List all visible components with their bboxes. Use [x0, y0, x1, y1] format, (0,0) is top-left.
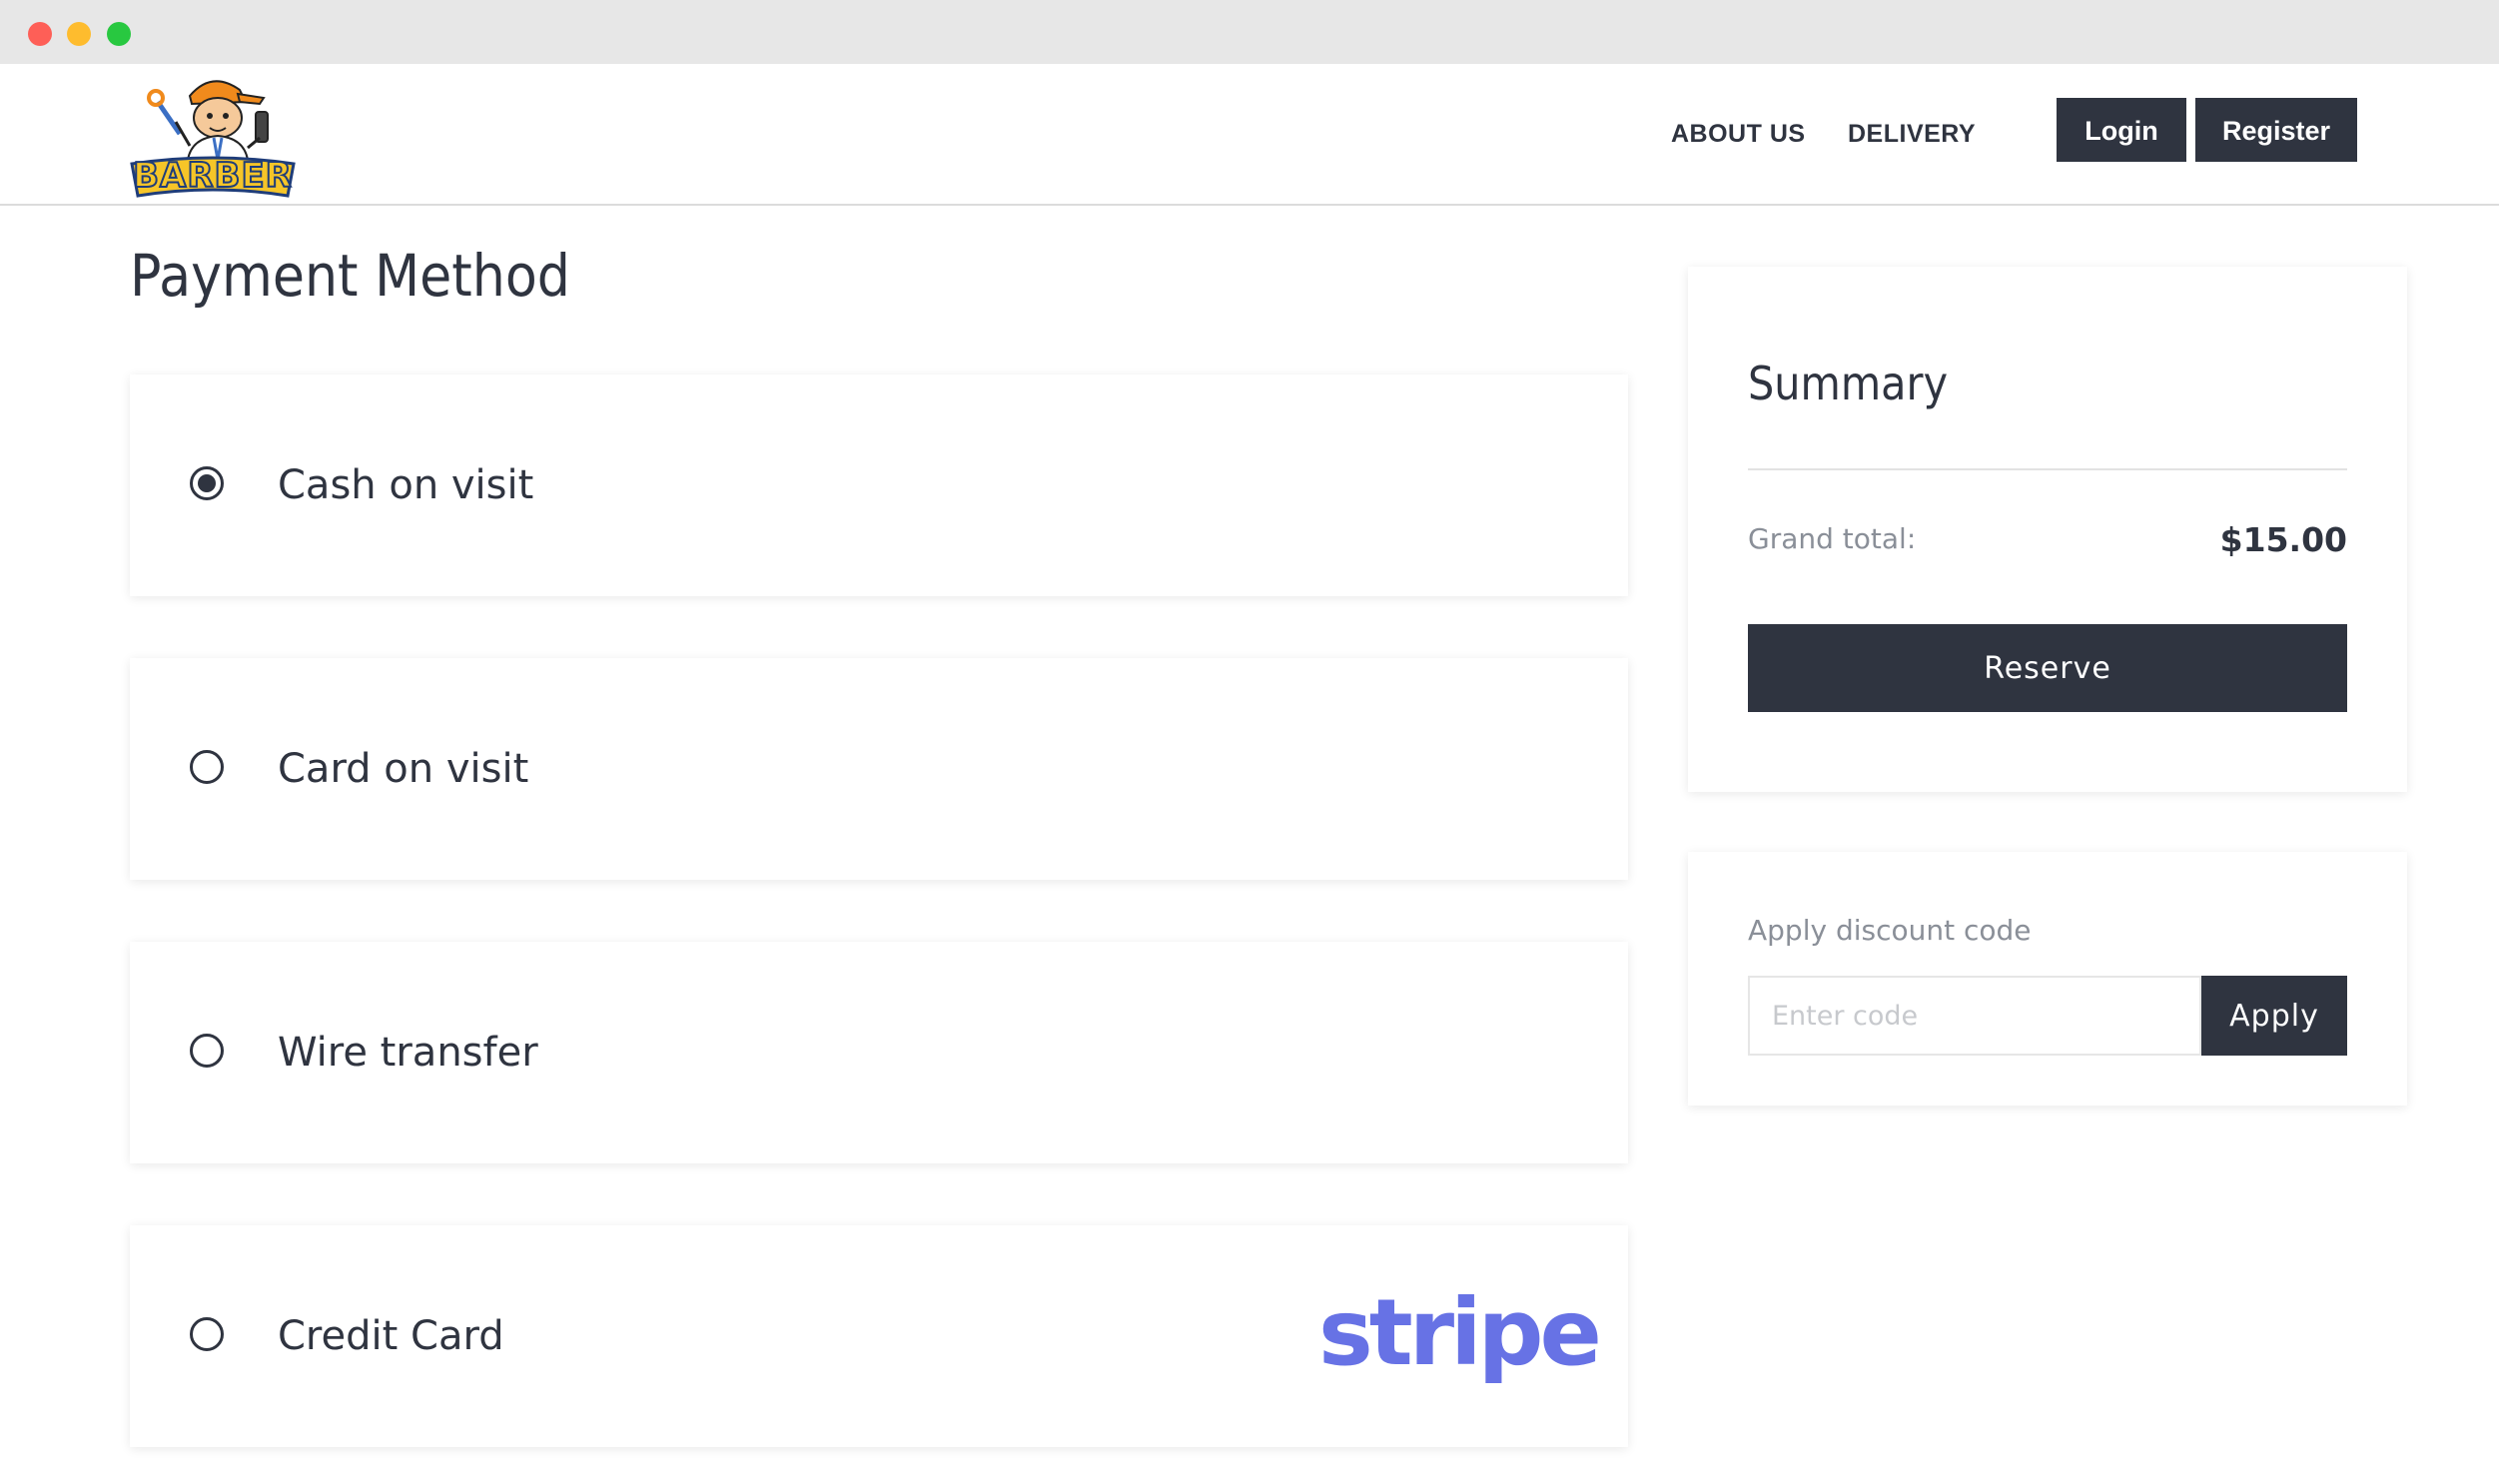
summary-title: Summary — [1748, 357, 1949, 410]
barber-logo[interactable]: BARBER — [128, 68, 298, 202]
grand-total-label: Grand total: — [1748, 522, 1917, 555]
radio-unselected-icon[interactable] — [190, 1034, 224, 1068]
apply-discount-button[interactable]: Apply — [2201, 976, 2347, 1056]
payment-option-label: Wire transfer — [278, 1030, 538, 1076]
login-button[interactable]: Login — [2057, 98, 2186, 162]
minimize-window-icon[interactable] — [67, 22, 91, 46]
window-titlebar — [0, 0, 2499, 64]
register-button[interactable]: Register — [2195, 98, 2357, 162]
maximize-window-icon[interactable] — [107, 22, 131, 46]
grand-total-value: $15.00 — [2219, 520, 2347, 559]
radio-unselected-icon[interactable] — [190, 750, 224, 784]
payment-option-wire-transfer[interactable]: Wire transfer — [130, 942, 1628, 1163]
payment-option-label: Cash on visit — [278, 462, 534, 508]
payment-option-cash-on-visit[interactable]: Cash on visit — [130, 374, 1628, 596]
discount-code-input[interactable] — [1748, 976, 2201, 1056]
stripe-logo-icon: stripe — [1318, 1279, 1602, 1386]
radio-unselected-icon[interactable] — [190, 1317, 224, 1351]
close-window-icon[interactable] — [28, 22, 52, 46]
summary-divider — [1748, 468, 2347, 470]
discount-label: Apply discount code — [1748, 914, 2032, 947]
nav-about-us[interactable]: ABOUT US — [1671, 120, 1806, 149]
reserve-button[interactable]: Reserve — [1748, 624, 2347, 712]
summary-panel: Summary Grand total: $15.00 Reserve — [1688, 267, 2407, 792]
page-title: Payment Method — [130, 242, 570, 310]
browser-window: BARBER ABOUT US DELIVERY Login Register … — [0, 0, 2499, 1484]
logo-wordmark: BARBER — [132, 155, 293, 197]
discount-panel: Apply discount code Apply — [1688, 852, 2407, 1106]
payment-option-credit-card[interactable]: Credit Card stripe — [130, 1225, 1628, 1447]
radio-selected-icon[interactable] — [190, 466, 224, 500]
nav-delivery[interactable]: DELIVERY — [1848, 120, 1976, 149]
payment-option-label: Card on visit — [278, 746, 529, 792]
payment-option-card-on-visit[interactable]: Card on visit — [130, 658, 1628, 880]
site-header: BARBER ABOUT US DELIVERY Login Register — [0, 64, 2499, 206]
payment-option-label: Credit Card — [278, 1313, 504, 1359]
